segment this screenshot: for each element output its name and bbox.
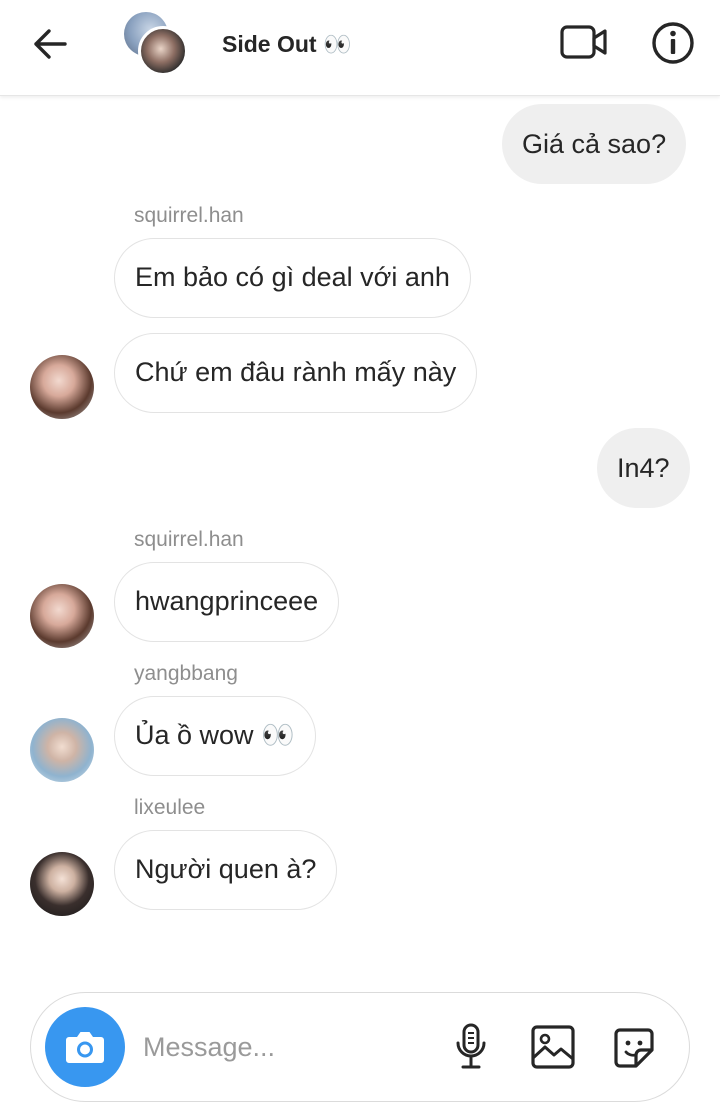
avatar-squirrel-han[interactable] [30,355,94,419]
back-button[interactable] [28,22,72,66]
sender-name: squirrel.han [134,204,244,227]
message-bubble-incoming[interactable]: hwangprinceee [114,562,340,642]
avatar-squirrel-han[interactable] [30,584,94,648]
sticker-icon [614,1028,654,1068]
video-call-button[interactable] [556,20,612,64]
group-avatar[interactable] [124,12,192,76]
avatar-yangbbang[interactable] [30,718,94,782]
microphone-icon [456,1023,486,1069]
group-avatar-front [138,26,188,76]
message-bubble-incoming[interactable]: Ủa ồ wow 👀 [114,696,316,776]
info-icon [652,22,694,64]
chat-title-text: Side Out [222,31,317,57]
message-bubble-outgoing[interactable]: In4? [597,428,690,508]
camera-button[interactable] [45,1007,125,1087]
sender-name: yangbbang [134,662,238,685]
sender-name: lixeulee [134,796,206,819]
sender-name: squirrel.han [134,528,244,551]
camera-icon [66,1032,104,1063]
sticker-button[interactable] [609,1023,659,1073]
message-bubble-incoming[interactable]: Em bảo có gì deal với anh [114,238,471,318]
chat-title-emoji: 👀 [322,31,352,57]
chat-title[interactable]: Side Out 👀 [222,31,352,58]
message-composer [30,992,690,1102]
info-button[interactable] [650,20,696,66]
video-camera-icon [560,25,607,59]
arrow-left-icon [34,29,67,59]
chat-header: Side Out 👀 [0,0,720,96]
message-bubble-outgoing[interactable]: Giá cả sao? [502,104,687,184]
message-input[interactable] [143,1023,433,1071]
image-gallery-icon [531,1025,575,1069]
message-bubble-incoming[interactable]: Chứ em đâu rành mấy này [114,333,478,413]
microphone-button[interactable] [449,1021,493,1073]
gallery-button[interactable] [529,1023,577,1071]
avatar-lixeulee[interactable] [30,852,94,916]
message-bubble-incoming[interactable]: Người quen à? [114,830,338,910]
